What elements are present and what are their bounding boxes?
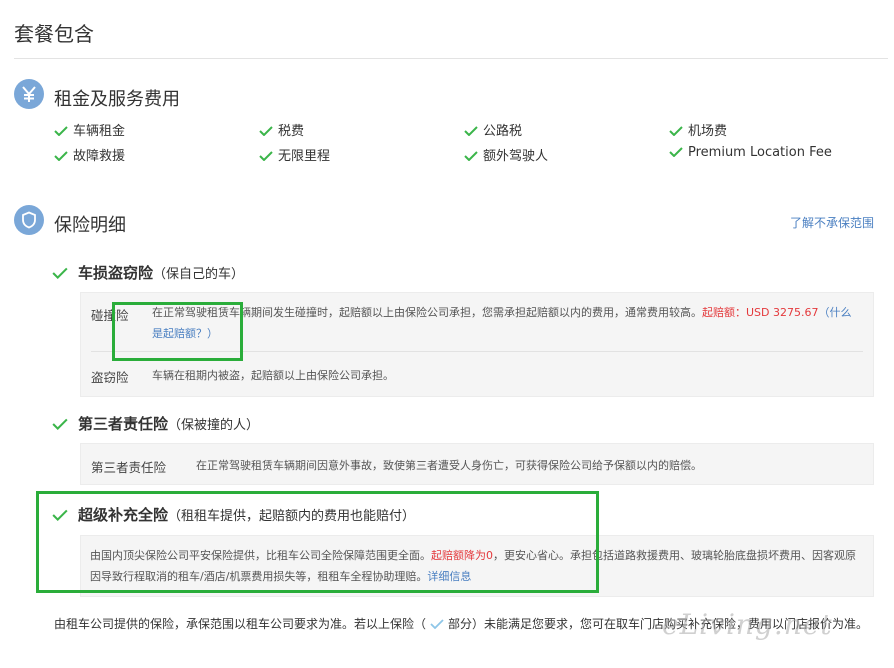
insurance-section-title: 保险明细 xyxy=(54,215,126,236)
check-icon xyxy=(52,267,68,279)
row-label: 第三者责任险 xyxy=(91,460,167,475)
exclusions-link[interactable]: 了解不承保范围 xyxy=(790,214,874,231)
coverage-heading: 第三者责任险（保被撞的人） xyxy=(52,413,259,434)
check-icon xyxy=(52,418,68,430)
yen-icon xyxy=(14,79,44,109)
coverage-name: 第三者责任险 xyxy=(78,415,169,433)
check-icon xyxy=(54,125,68,136)
rental-item: 故障救援 xyxy=(54,145,125,164)
check-icon xyxy=(464,125,478,136)
check-icon xyxy=(669,125,683,136)
check-icon xyxy=(259,125,273,136)
coverage-detail-box: 第三者责任险 在正常驾驶租赁车辆期间因意外事故，致使第三者遭受人身伤亡，可获得保… xyxy=(80,443,874,485)
deductible-amount: 起赔额：USD 3275.67 xyxy=(702,306,819,319)
rental-item: 机场费 xyxy=(669,120,727,139)
check-icon xyxy=(464,150,478,161)
rental-item: Premium Location Fee xyxy=(669,145,832,160)
shield-icon xyxy=(14,205,44,235)
rental-item: 无限里程 xyxy=(259,145,330,164)
check-icon xyxy=(54,150,68,161)
coverage-name: 车损盗窃险 xyxy=(78,264,154,282)
check-icon xyxy=(259,150,273,161)
rental-item: 公路税 xyxy=(464,120,522,139)
coverage-subtitle: （保被撞的人） xyxy=(168,418,260,433)
watermark: eLiving.net xyxy=(662,608,833,641)
page-title: 套餐包含 xyxy=(14,22,94,46)
annotation-highlight-box xyxy=(36,491,599,593)
row-label: 盗窃险 xyxy=(91,370,129,385)
check-icon xyxy=(669,146,683,157)
row-description: 在正常驾驶租赁车辆期间因意外事故，致使第三者遭受人身伤亡，可获得保险公司给予保额… xyxy=(196,459,702,472)
rental-section-title: 租金及服务费用 xyxy=(54,89,180,110)
rental-item: 税费 xyxy=(259,120,304,139)
coverage-heading: 车损盗窃险（保自己的车） xyxy=(52,262,244,283)
rental-item: 车辆租金 xyxy=(54,120,125,139)
annotation-highlight-box xyxy=(112,302,243,361)
coverage-subtitle: （保自己的车） xyxy=(153,267,245,282)
partial-check-icon xyxy=(430,618,444,629)
title-divider xyxy=(14,58,888,59)
row-description: 车辆在租期内被盗，起赔额以上由保险公司承担。 xyxy=(152,369,394,382)
rental-item: 额外驾驶人 xyxy=(464,145,548,164)
row-description: 在正常驾驶租赁车辆期间发生碰撞时，起赔额以上由保险公司承担，您需承担起赔额以内的… xyxy=(152,306,852,340)
